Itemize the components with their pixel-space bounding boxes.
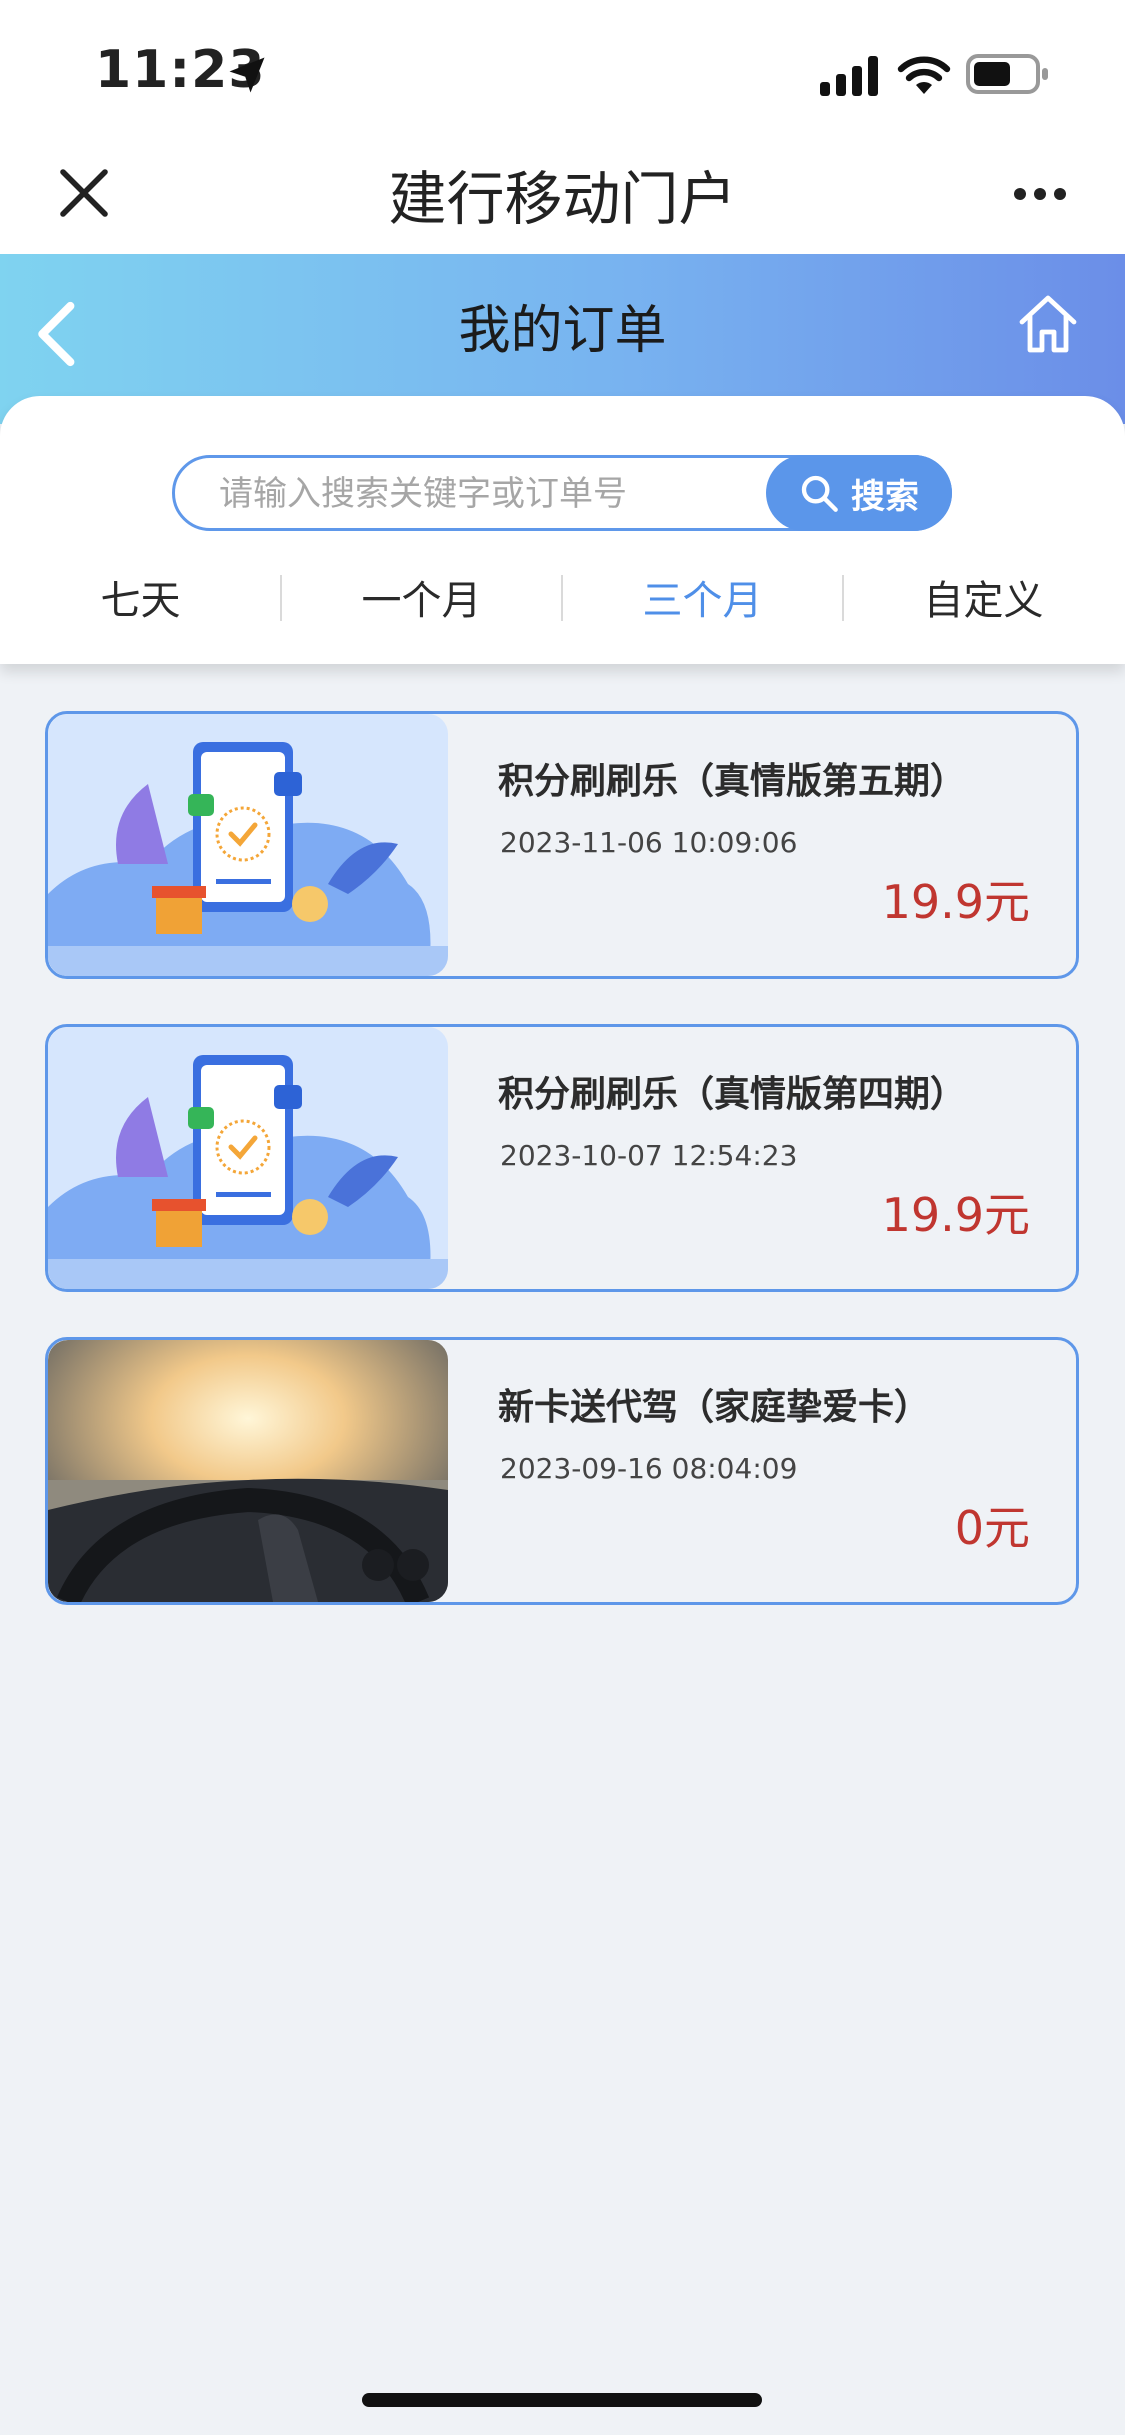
wifi-icon (897, 56, 951, 94)
points-phone-illustration (48, 714, 448, 976)
tab-seven-days[interactable]: 七天 (0, 561, 281, 633)
browser-title: 建行移动门户 (388, 165, 737, 233)
tab-one-month[interactable]: 一个月 (281, 561, 562, 633)
points-phone-illustration (48, 1027, 448, 1289)
order-card[interactable]: 积分刷刷乐（真情版第五期） 2023-11-06 10:09:06 19.9元 (45, 711, 1079, 979)
order-title: 积分刷刷乐（真情版第五期） (498, 761, 967, 802)
order-title: 积分刷刷乐（真情版第四期） (498, 1074, 967, 1115)
location-arrow-icon (229, 57, 265, 93)
car-driving-photo (48, 1340, 448, 1602)
home-icon[interactable] (1016, 292, 1080, 356)
tab-custom[interactable]: 自定义 (843, 561, 1124, 633)
search-button[interactable]: 搜索 (766, 455, 952, 531)
page-title: 我的订单 (458, 301, 667, 361)
order-card[interactable]: 积分刷刷乐（真情版第四期） 2023-10-07 12:54:23 19.9元 (45, 1024, 1079, 1292)
order-time: 2023-10-07 12:54:23 (500, 1139, 798, 1172)
order-title: 新卡送代驾（家庭挚爱卡） (498, 1387, 931, 1428)
order-price: 0元 (954, 1501, 1030, 1555)
search-button-label: 搜索 (851, 476, 919, 517)
order-price: 19.9元 (881, 875, 1030, 929)
more-icon[interactable] (1012, 176, 1068, 212)
order-time: 2023-09-16 08:04:09 (500, 1452, 798, 1485)
order-time: 2023-11-06 10:09:06 (500, 826, 798, 859)
home-indicator[interactable] (362, 2393, 762, 2407)
filter-panel: 搜索 七天 一个月 三个月 自定义 (0, 396, 1125, 664)
browser-nav-bar: 建行移动门户 (0, 140, 1125, 254)
order-price: 19.9元 (881, 1188, 1030, 1242)
order-card[interactable]: 新卡送代驾（家庭挚爱卡） 2023-09-16 08:04:09 0元 (45, 1337, 1079, 1605)
time-range-tabs: 七天 一个月 三个月 自定义 (0, 561, 1125, 633)
battery-icon (966, 54, 1048, 94)
search-input[interactable] (219, 468, 739, 520)
signal-icon (820, 56, 878, 96)
search-box: 搜索 (172, 455, 952, 531)
tab-three-months[interactable]: 三个月 (562, 561, 843, 633)
status-bar: 11:23 (0, 0, 1125, 140)
search-icon (801, 475, 838, 512)
